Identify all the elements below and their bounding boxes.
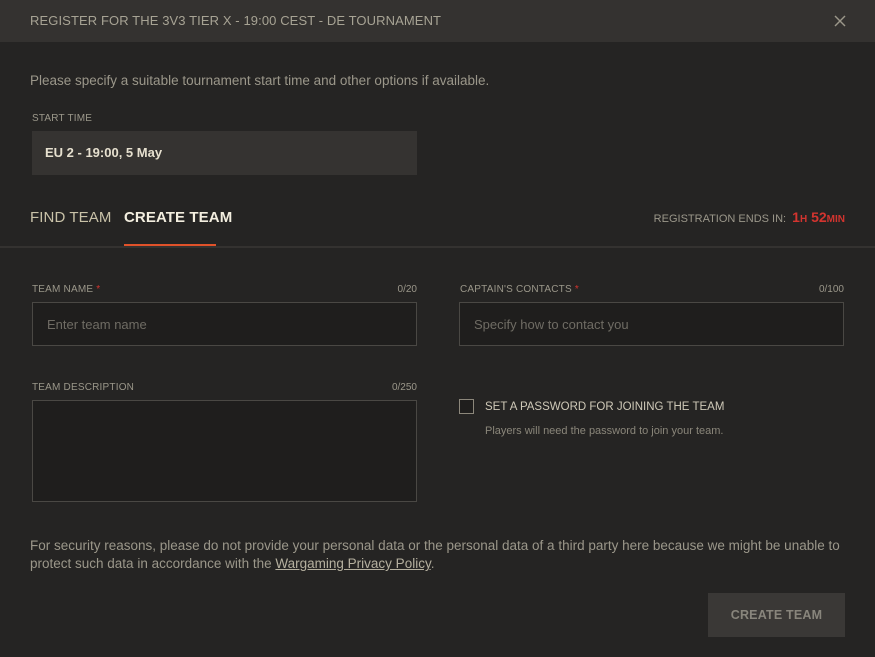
captain-contacts-field — [459, 302, 844, 346]
start-time-value: EU 2 - 19:00, 5 May — [45, 145, 163, 160]
registration-countdown: REGISTRATION ENDS IN: 1H 52MIN — [654, 209, 845, 225]
countdown-hours: 1 — [792, 209, 800, 225]
required-mark: * — [96, 284, 101, 295]
privacy-notice: For security reasons, please do not prov… — [30, 537, 850, 573]
captain-contacts-input[interactable] — [460, 303, 843, 345]
team-name-label: TEAM NAME * — [32, 284, 100, 295]
countdown-minutes-unit: MIN — [826, 214, 845, 225]
password-checkbox-label[interactable]: SET A PASSWORD FOR JOINING THE TEAM — [485, 401, 724, 413]
captain-contacts-label: CAPTAIN'S CONTACTS * — [460, 284, 579, 295]
team-name-field — [32, 302, 417, 346]
captain-contacts-counter: 0/100 — [818, 284, 844, 295]
close-icon[interactable] — [831, 12, 849, 30]
start-time-label: START TIME — [32, 113, 93, 124]
privacy-policy-link[interactable]: Wargaming Privacy Policy — [275, 556, 430, 571]
create-team-button[interactable]: CREATE TEAM — [708, 593, 845, 637]
dialog-title: REGISTER FOR THE 3V3 TIER X - 19:00 CEST… — [30, 13, 442, 28]
team-description-counter: 0/250 — [391, 382, 417, 393]
team-description-field — [32, 400, 417, 502]
captain-contacts-label-text: CAPTAIN'S CONTACTS — [460, 284, 572, 295]
team-description-label: TEAM DESCRIPTION — [32, 382, 135, 393]
team-description-textarea[interactable] — [33, 401, 416, 501]
team-name-label-text: TEAM NAME — [32, 284, 94, 295]
start-time-select[interactable]: EU 2 - 19:00, 5 May — [32, 131, 417, 175]
countdown-timer: 1H 52MIN — [792, 209, 845, 225]
password-hint: Players will need the password to join y… — [485, 425, 724, 437]
password-checkbox[interactable] — [459, 399, 474, 414]
intro-text: Please specify a suitable tournament sta… — [30, 73, 490, 88]
tabs-divider — [0, 246, 875, 248]
registration-ends-label: REGISTRATION ENDS IN: — [653, 213, 787, 225]
tab-create-team[interactable]: CREATE TEAM — [124, 209, 232, 226]
team-name-counter: 0/20 — [397, 284, 417, 295]
required-mark: * — [574, 284, 579, 295]
countdown-hours-unit: H — [799, 214, 808, 225]
privacy-notice-suffix: . — [430, 556, 435, 571]
team-name-input[interactable] — [33, 303, 416, 345]
dialog-header: REGISTER FOR THE 3V3 TIER X - 19:00 CEST… — [0, 0, 875, 42]
privacy-notice-text: For security reasons, please do not prov… — [30, 538, 840, 571]
countdown-minutes: 52 — [811, 209, 827, 225]
tab-find-team[interactable]: FIND TEAM — [30, 209, 111, 226]
